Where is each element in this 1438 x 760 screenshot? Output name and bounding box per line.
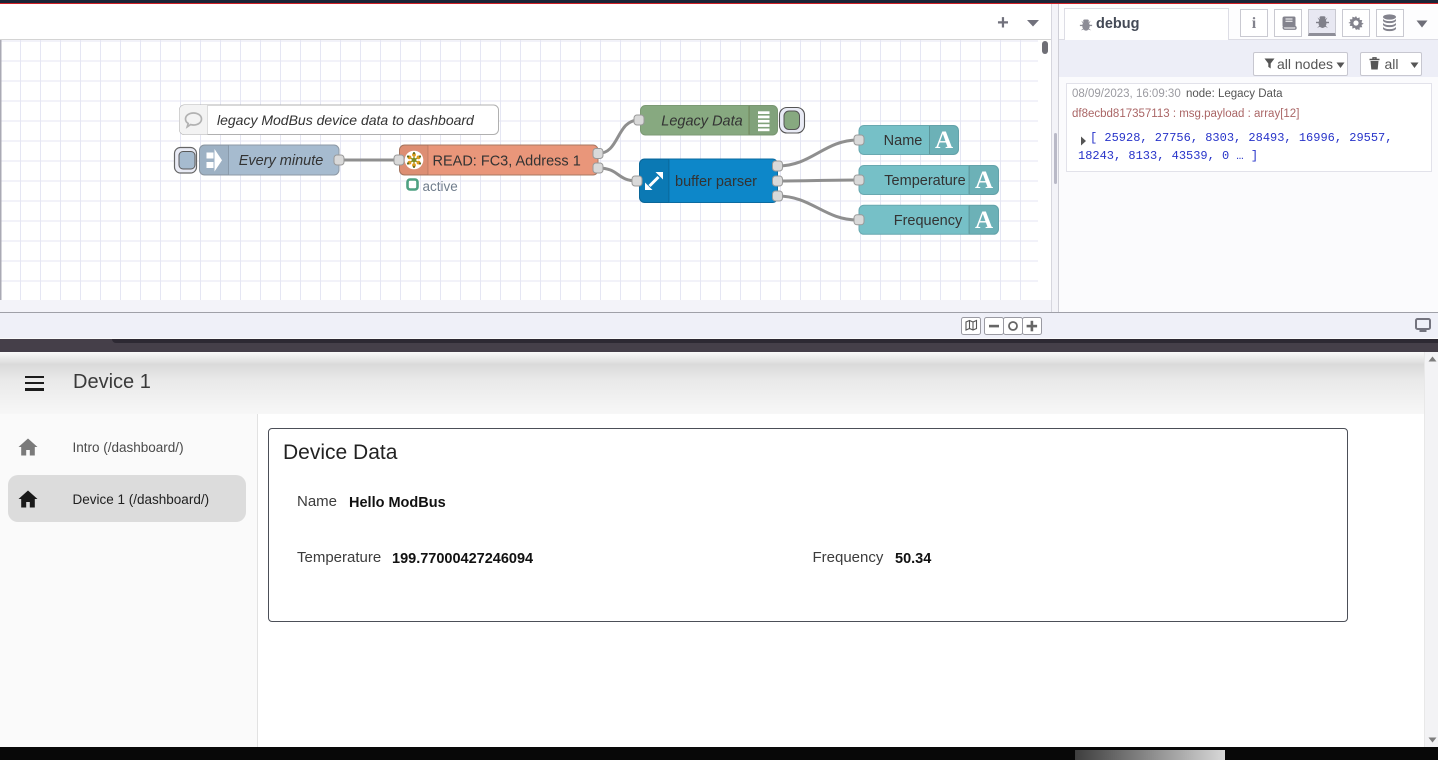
svg-text:legacy ModBus device data to d: legacy ModBus device data to dashboard <box>217 112 475 128</box>
svg-text:Name: Name <box>884 133 923 149</box>
svg-text:Temperature: Temperature <box>884 173 965 189</box>
svg-text:Frequency: Frequency <box>894 212 963 228</box>
svg-text:i: i <box>1251 15 1256 31</box>
svg-text:A: A <box>975 167 993 194</box>
svg-text:buffer parser: buffer parser <box>675 174 757 190</box>
svg-text:Legacy Data: Legacy Data <box>661 113 742 129</box>
svg-text:Every minute: Every minute <box>239 153 324 169</box>
svg-text:READ: FC3, Address 1: READ: FC3, Address 1 <box>433 153 581 169</box>
svg-text:A: A <box>935 127 953 154</box>
svg-text:active: active <box>423 179 458 194</box>
svg-text:A: A <box>975 206 993 233</box>
